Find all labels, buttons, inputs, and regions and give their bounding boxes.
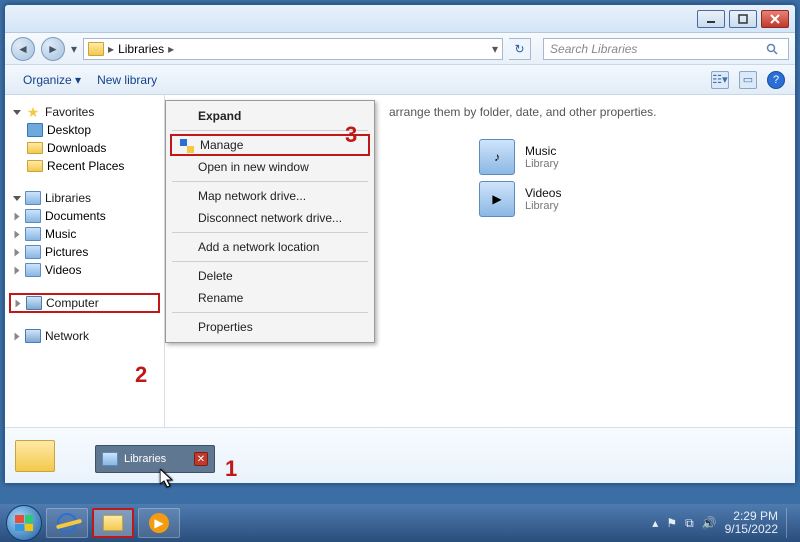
minimize-button[interactable] <box>697 10 725 28</box>
system-tray: ▴ ⚑ ⧉ 🔊 2:29 PM9/15/2022 <box>652 508 794 538</box>
music-icon <box>25 227 41 241</box>
chevron-right-icon[interactable]: ▸ <box>168 42 174 56</box>
ctx-rename[interactable]: Rename <box>168 287 372 309</box>
maximize-button[interactable] <box>729 10 757 28</box>
callout-3: 3 <box>345 122 357 148</box>
start-button[interactable] <box>6 505 42 541</box>
desktop-icon <box>27 123 43 137</box>
star-icon: ★ <box>25 105 41 119</box>
chevron-down-icon[interactable]: ▾ <box>492 42 498 56</box>
back-button[interactable]: ◄ <box>11 37 35 61</box>
ctx-expand[interactable]: Expand <box>168 105 372 127</box>
ie-icon <box>57 513 77 533</box>
shield-icon <box>180 139 194 153</box>
search-input[interactable]: Search Libraries <box>543 38 789 60</box>
cursor-icon <box>160 469 176 492</box>
libraries-header[interactable]: Libraries <box>9 189 160 207</box>
ctx-open-new-window[interactable]: Open in new window <box>168 156 372 178</box>
taskbar: ▶ ▴ ⚑ ⧉ 🔊 2:29 PM9/15/2022 <box>0 504 800 542</box>
refresh-button[interactable]: ↻ <box>509 38 531 60</box>
taskbar-explorer[interactable] <box>92 508 134 538</box>
network-tray-icon[interactable]: ⧉ <box>685 516 694 531</box>
folder-icon <box>15 440 55 472</box>
view-options-button[interactable]: ☷▾ <box>711 71 729 89</box>
close-button[interactable] <box>761 10 789 28</box>
ctx-disconnect-drive[interactable]: Disconnect network drive... <box>168 207 372 229</box>
explorer-window: ◄ ► ▾ ▸ Libraries ▸ ▾ ↻ Search Libraries… <box>4 4 796 484</box>
folder-icon <box>88 42 104 56</box>
help-button[interactable]: ? <box>767 71 785 89</box>
address-bar[interactable]: ▸ Libraries ▸ ▾ <box>83 38 503 60</box>
library-tile-music[interactable]: ♪ MusicLibrary <box>479 139 781 175</box>
folder-icon <box>103 515 123 531</box>
tree-item-recent-places[interactable]: Recent Places <box>9 157 160 175</box>
breadcrumb-segment[interactable]: Libraries <box>118 42 164 56</box>
windows-logo-icon <box>15 515 33 531</box>
tree-item-videos[interactable]: Videos <box>9 261 160 279</box>
libraries-icon <box>25 191 41 205</box>
tree-item-computer[interactable]: Computer <box>9 293 160 313</box>
titlebar <box>5 5 795 33</box>
close-preview-button[interactable]: ✕ <box>194 452 208 466</box>
ctx-delete[interactable]: Delete <box>168 265 372 287</box>
new-library-button[interactable]: New library <box>89 69 165 91</box>
preview-pane-button[interactable]: ▭ <box>739 71 757 89</box>
context-menu: Expand Manage Open in new window Map net… <box>165 100 375 343</box>
tree-item-network[interactable]: Network <box>9 327 160 345</box>
libraries-icon <box>102 452 118 466</box>
taskbar-media-player[interactable]: ▶ <box>138 508 180 538</box>
callout-2: 2 <box>135 362 147 388</box>
ctx-add-network-location[interactable]: Add a network location <box>168 236 372 258</box>
videos-icon <box>25 263 41 277</box>
favorites-header[interactable]: ★Favorites <box>9 103 160 121</box>
ctx-map-drive[interactable]: Map network drive... <box>168 185 372 207</box>
show-desktop-button[interactable] <box>786 508 794 538</box>
details-pane: Libraries ✕ <box>5 427 795 483</box>
navbar: ◄ ► ▾ ▸ Libraries ▸ ▾ ↻ Search Libraries <box>5 33 795 65</box>
tree-item-desktop[interactable]: Desktop <box>9 121 160 139</box>
taskbar-preview-thumb[interactable]: Libraries ✕ <box>95 445 215 473</box>
videos-icon: ▶ <box>479 181 515 217</box>
recent-dropdown-icon[interactable]: ▾ <box>71 42 77 56</box>
search-placeholder: Search Libraries <box>550 42 637 56</box>
show-hidden-icons-button[interactable]: ▴ <box>652 516 658 530</box>
ctx-manage[interactable]: Manage <box>170 134 370 156</box>
tree-item-pictures[interactable]: Pictures <box>9 243 160 261</box>
play-icon: ▶ <box>149 513 169 533</box>
taskbar-ie[interactable] <box>46 508 88 538</box>
tree-item-music[interactable]: Music <box>9 225 160 243</box>
organize-menu[interactable]: Organize ▾ <box>15 69 89 91</box>
music-icon: ♪ <box>479 139 515 175</box>
tree-item-documents[interactable]: Documents <box>9 207 160 225</box>
content-hint: arrange them by folder, date, and other … <box>389 105 781 119</box>
network-icon <box>25 329 41 343</box>
tree-item-downloads[interactable]: Downloads <box>9 139 160 157</box>
clock[interactable]: 2:29 PM9/15/2022 <box>725 510 778 536</box>
callout-1: 1 <box>225 456 237 482</box>
computer-icon <box>26 296 42 310</box>
ctx-properties[interactable]: Properties <box>168 316 372 338</box>
toolbar: Organize ▾ New library ☷▾ ▭ ? <box>5 65 795 95</box>
chevron-right-icon[interactable]: ▸ <box>108 42 114 56</box>
search-icon <box>766 43 778 55</box>
library-tile-videos[interactable]: ▶ VideosLibrary <box>479 181 781 217</box>
pictures-icon <box>25 245 41 259</box>
folder-icon <box>27 160 43 172</box>
flag-icon[interactable]: ⚑ <box>666 516 677 530</box>
explorer-body: ★Favorites Desktop Downloads Recent Plac… <box>5 95 795 427</box>
volume-icon[interactable]: 🔊 <box>702 516 717 530</box>
forward-button[interactable]: ► <box>41 37 65 61</box>
folder-icon <box>27 142 43 154</box>
document-icon <box>25 209 41 223</box>
